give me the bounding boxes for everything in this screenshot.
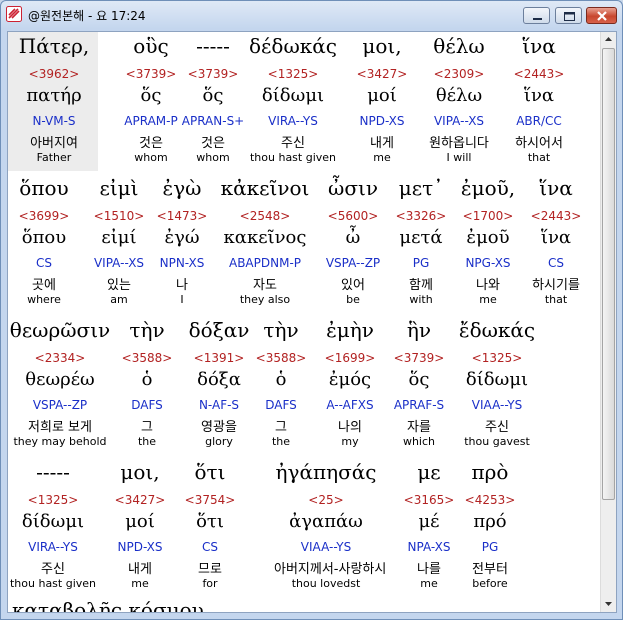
minimize-button[interactable] [523, 7, 550, 24]
word-english: that [527, 151, 551, 164]
word-strong[interactable]: <1325> [445, 351, 549, 365]
word-lemma: ὅτι [196, 511, 224, 532]
interlinear-content: καταβολῆς κόσμου. Πάτερ, <3962> πατήρ N-VM-… [8, 32, 602, 612]
word-strong[interactable]: <3962> [8, 67, 106, 81]
close-icon [597, 11, 607, 21]
minimize-icon [533, 18, 542, 20]
word-parse: CS [202, 540, 218, 554]
word-korean: 하시기를 [532, 278, 580, 293]
word-greek: πρὸ [471, 460, 509, 484]
word-korean: 아버지께서-사랑하시 [274, 562, 387, 577]
word-greek: ἵνα [522, 34, 556, 58]
word-parse: CS [548, 256, 564, 270]
close-button[interactable] [586, 7, 617, 24]
word-lemma: πρό [473, 511, 507, 532]
word-strong[interactable]: <2443> [487, 67, 591, 81]
word-korean: 므로 [198, 562, 222, 577]
word-lemma: ἵνα [540, 227, 572, 248]
word-greek: Πάτερ, [18, 34, 90, 58]
word-english: thou gavest [464, 435, 530, 448]
word-strong[interactable]: <3754> [158, 493, 262, 507]
word-english: Father [36, 151, 72, 164]
vertical-scrollbar[interactable] [600, 32, 616, 612]
word-greek: ἔδωκάς [458, 318, 536, 342]
word-strong[interactable]: <4253> [438, 493, 542, 507]
title-bar[interactable]: @원전본해 - 요 17:24 [1, 1, 622, 29]
word-parse: VIAA--YS [300, 540, 352, 554]
word-parse: N-VM-S [32, 114, 76, 128]
word-korean: 아버지여 [30, 136, 78, 151]
word-korean: 주신 [485, 420, 509, 435]
word-korean: 전부터 [472, 562, 508, 577]
app-window: @원전본해 - 요 17:24 καταβολῆς κόσμου. Πάτερ,… [0, 0, 623, 620]
word-strong[interactable]: <25> [274, 493, 378, 507]
word-english: thou lovedst [291, 577, 361, 590]
word-english: that [544, 293, 568, 306]
maximize-icon [564, 12, 575, 21]
partial-greek-line: καταβολῆς κόσμου. [12, 598, 211, 612]
scroll-up-icon[interactable] [602, 32, 615, 47]
word-korean: 하시어서 [515, 136, 563, 151]
maximize-button[interactable] [555, 7, 582, 24]
word-parse: PG [481, 540, 499, 554]
word-english: for [202, 577, 218, 590]
word-lemma: δίδωμι [465, 369, 529, 390]
word-parse: ABR/CC [516, 114, 562, 128]
word-lemma: ἀγαπάω [289, 511, 363, 532]
word-english: before [472, 577, 508, 590]
client-area: καταβολῆς κόσμου. Πάτερ, <3962> πατήρ N-VM-… [7, 31, 617, 613]
window-title: @원전본해 - 요 17:24 [28, 9, 146, 23]
scroll-thumb[interactable] [602, 48, 615, 500]
word-strong[interactable]: <2443> [504, 209, 602, 223]
word-parse: VIAA--YS [471, 398, 523, 412]
word-lemma: ἵνα [523, 85, 555, 106]
word-lemma: πατήρ [26, 85, 82, 106]
word-greek: ἠγάπησάς [275, 460, 377, 484]
word-greek: ἵνα [539, 176, 573, 200]
app-icon [6, 6, 22, 22]
word-greek: ὅτι [194, 460, 226, 484]
scroll-down-icon[interactable] [602, 596, 615, 611]
